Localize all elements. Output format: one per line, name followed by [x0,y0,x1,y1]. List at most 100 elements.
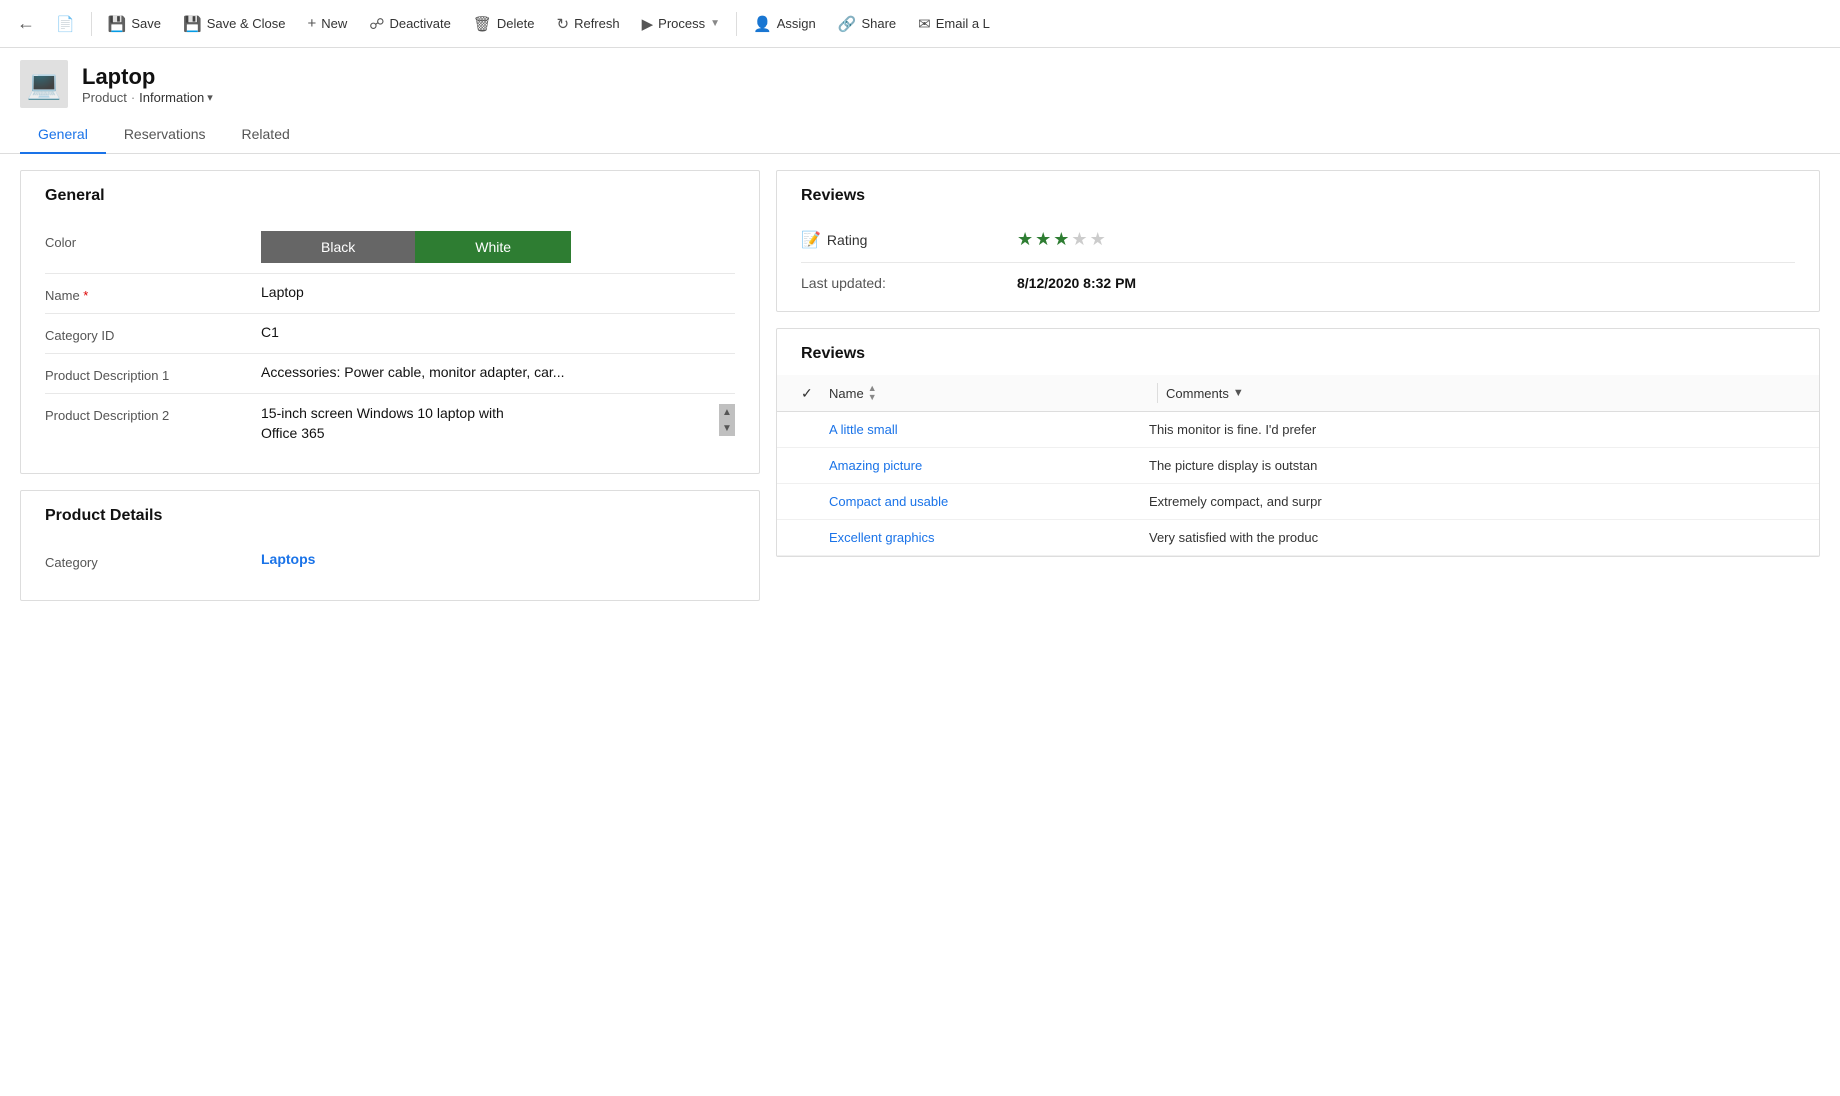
review-comment-3: Very satisfied with the produc [1149,530,1795,545]
review-comment-0: This monitor is fine. I'd prefer [1149,422,1795,437]
scroll-indicator: ▲ ▼ [719,404,735,436]
review-row-1[interactable]: Amazing picture The picture display is o… [777,448,1819,484]
review-comment-2: Extremely compact, and surpr [1149,494,1795,509]
field-label-category: Category [45,551,245,570]
field-label-desc1: Product Description 1 [45,364,245,383]
breadcrumb-product[interactable]: Product [82,90,127,105]
field-row-desc2: Product Description 2 15-inch screen Win… [45,394,735,453]
general-section-title: General [45,187,735,205]
field-value-desc2[interactable]: 15-inch screen Windows 10 laptop withOff… [261,404,711,443]
breadcrumb-separator: · [131,90,135,105]
delete-button[interactable]: 🗑 Delete [463,9,545,39]
reviews-table-header: ✓ Name ▲ ▼ Comments ▼ [777,375,1819,412]
toolbar: ← 📄 💾 Save 💾 Save & Close + New ☍ Deacti… [0,0,1840,48]
desc2-wrapper: 15-inch screen Windows 10 laptop withOff… [261,404,735,443]
field-row-category: Category Laptops [45,541,735,580]
last-updated-row: Last updated: 8/12/2020 8:32 PM [801,267,1795,291]
breadcrumb-chevron-icon: ▾ [207,91,213,104]
assign-icon: 👤 [753,15,772,33]
process-button[interactable]: ▶ Process ▼ [632,9,730,39]
refresh-icon: ↻ [557,15,570,33]
page-icon: 📄 [56,15,75,33]
page-header: 💻 Laptop Product · Information ▾ [0,48,1840,116]
review-row-0[interactable]: A little small This monitor is fine. I'd… [777,412,1819,448]
comments-chevron-icon[interactable]: ▼ [1233,387,1244,399]
toolbar-separator-2 [736,12,737,36]
rating-row: 📝 Rating ★ ★ ★ ★ ★ [801,221,1795,258]
star-1: ★ [1017,229,1033,250]
breadcrumb-information[interactable]: Information ▾ [139,90,213,105]
color-btn-white[interactable]: White [415,231,571,263]
field-value-desc1[interactable]: Accessories: Power cable, monitor adapte… [261,364,735,380]
col-separator [1157,383,1158,403]
new-button[interactable]: + New [297,9,357,38]
field-row-desc1: Product Description 1 Accessories: Power… [45,354,735,394]
reviews-summary-card: Reviews 📝 Rating ★ ★ ★ ★ ★ Last updated:… [776,170,1820,312]
review-name-1[interactable]: Amazing picture [829,458,1149,473]
process-chevron-icon: ▼ [710,18,720,29]
name-sort-arrows[interactable]: ▲ ▼ [868,384,877,402]
tab-related[interactable]: Related [224,116,308,154]
share-button[interactable]: 🔗 Share [828,9,906,39]
left-panel: General Color Black White Name * Laptop [20,170,760,1054]
col-header-comments: Comments ▼ [1166,386,1795,401]
star-5: ★ [1090,229,1106,250]
tab-reservations[interactable]: Reservations [106,116,224,154]
reviews-list-title: Reviews [777,345,1819,375]
field-label-color: Color [45,231,245,250]
required-indicator: * [83,288,88,303]
product-details-section: Product Details Category Laptops [20,490,760,601]
scroll-down-arrow[interactable]: ▼ [719,420,735,436]
assign-button[interactable]: 👤 Assign [743,9,826,39]
last-updated-label: Last updated: [801,275,1001,291]
sort-down-icon[interactable]: ▼ [868,393,877,402]
field-value-name[interactable]: Laptop [261,284,735,300]
page-title: Laptop [82,64,213,90]
product-details-title: Product Details [45,507,735,525]
field-row-color: Color Black White [45,221,735,274]
share-icon: 🔗 [838,15,857,33]
star-rating: ★ ★ ★ ★ ★ [1017,229,1106,250]
field-label-desc2: Product Description 2 [45,404,245,423]
field-row-category-id: Category ID C1 [45,314,735,354]
field-label-category-id: Category ID [45,324,245,343]
save-close-button[interactable]: 💾 Save & Close [173,9,295,39]
last-updated-value: 8/12/2020 8:32 PM [1017,275,1136,291]
review-name-2[interactable]: Compact and usable [829,494,1149,509]
color-button-group: Black White [261,231,735,263]
main-content: General Color Black White Name * Laptop [0,154,1840,1070]
reviews-divider [801,262,1795,263]
right-panel: Reviews 📝 Rating ★ ★ ★ ★ ★ Last updated:… [776,170,1820,1054]
general-section: General Color Black White Name * Laptop [20,170,760,474]
deactivate-icon: ☍ [369,15,384,33]
reviews-summary-title: Reviews [801,187,1795,205]
header-check[interactable]: ✓ [801,385,829,402]
field-value-category[interactable]: Laptops [261,551,735,567]
process-icon: ▶ [642,15,654,33]
color-btn-black[interactable]: Black [261,231,415,263]
scroll-up-arrow[interactable]: ▲ [719,404,735,420]
back-button[interactable]: ← [8,6,44,42]
field-value-category-id[interactable]: C1 [261,324,735,340]
review-row-3[interactable]: Excellent graphics Very satisfied with t… [777,520,1819,556]
field-row-name: Name * Laptop [45,274,735,314]
star-2: ★ [1035,229,1051,250]
review-name-0[interactable]: A little small [829,422,1149,437]
save-button[interactable]: 💾 Save [98,9,171,39]
product-icon: 💻 [20,60,68,108]
review-name-3[interactable]: Excellent graphics [829,530,1149,545]
deactivate-button[interactable]: ☍ Deactivate [359,9,461,39]
breadcrumb: Product · Information ▾ [82,90,213,105]
col-header-name: Name ▲ ▼ [829,384,1149,402]
star-4: ★ [1071,229,1087,250]
tab-general[interactable]: General [20,116,106,154]
refresh-button[interactable]: ↻ Refresh [547,9,630,39]
rating-label: 📝 Rating [801,230,1001,250]
delete-icon: 🗑 [473,15,492,33]
save-icon: 💾 [108,15,127,33]
new-icon: + [307,15,316,32]
review-row-2[interactable]: Compact and usable Extremely compact, an… [777,484,1819,520]
email-button[interactable]: ✉ Email a L [908,9,1000,39]
toolbar-separator-1 [91,12,92,36]
rating-icon: 📝 [801,230,821,250]
